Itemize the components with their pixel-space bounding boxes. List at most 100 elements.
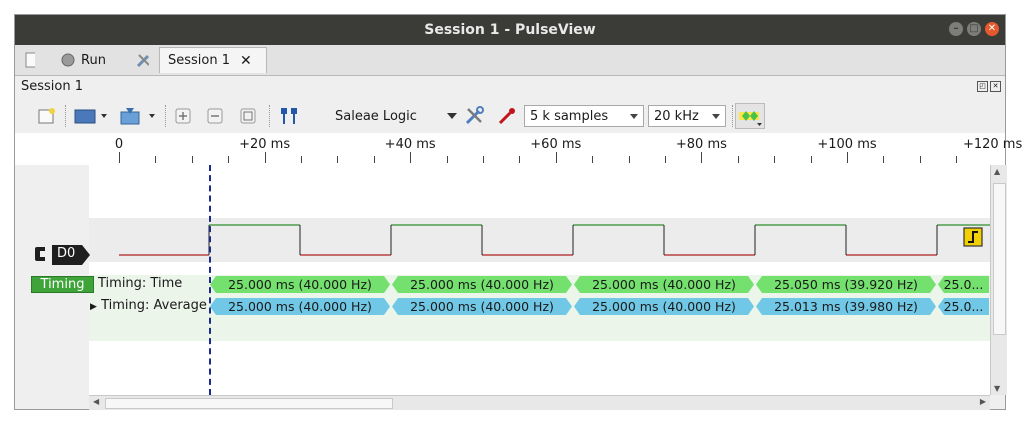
ruler-tick: [919, 156, 921, 163]
minimize-button[interactable]: –: [949, 22, 963, 36]
vertical-scroll-thumb[interactable]: [993, 183, 1006, 335]
ruler-tick: [774, 156, 776, 163]
app-window: Session 1 - PulseView – □ ✕ Run Session …: [14, 14, 1022, 410]
ruler-tick: [155, 156, 157, 163]
settings-button[interactable]: [127, 47, 157, 73]
ruler-tick: [228, 156, 230, 163]
zoom-fit-button[interactable]: [238, 106, 258, 126]
zoom-fit-icon: [240, 108, 256, 124]
new-document-icon: [38, 108, 55, 124]
title-bar[interactable]: Session 1 - PulseView – □ ✕: [15, 15, 1005, 45]
d0-label-text: D0: [57, 246, 76, 261]
timing-average-annotation[interactable]: 25.0...: [938, 298, 989, 315]
ruler-tick-label: 0: [114, 137, 124, 152]
chevron-down-icon: [447, 113, 457, 119]
ruler-tick: [592, 156, 594, 163]
dock-close-icon[interactable]: ✕: [990, 81, 1001, 92]
timing-average-annotation[interactable]: 25.013 ms (39.980 Hz): [756, 298, 936, 315]
ruler-tick: [264, 152, 266, 163]
timing-time-annotation[interactable]: 25.000 ms (40.000 Hz): [574, 276, 754, 293]
ruler-tick: [337, 156, 339, 163]
ruler-tick: [410, 152, 412, 163]
scroll-right-icon[interactable]: ▶: [980, 397, 986, 406]
open-button[interactable]: [73, 105, 109, 127]
cursor-markers-icon: [281, 108, 297, 124]
ruler-tick-label: +20 ms: [239, 137, 291, 152]
probe-icon: [498, 108, 515, 125]
tab-session-1[interactable]: Session 1 ✕: [159, 47, 267, 73]
save-button[interactable]: [117, 105, 159, 127]
timing-average-row-label[interactable]: ▶ Timing: Average: [90, 298, 207, 313]
probe-config-button[interactable]: [495, 104, 519, 128]
timing-time-text: Timing: Time: [98, 276, 183, 291]
zoom-out-button[interactable]: [205, 106, 225, 126]
device-selector[interactable]: Saleae Logic: [335, 105, 457, 127]
run-icon: [61, 53, 75, 67]
zoom-in-icon: [175, 108, 191, 124]
ruler-tick: [883, 156, 885, 163]
tab-bar: Run Session 1 ✕: [15, 45, 1005, 76]
close-icon[interactable]: ✕: [240, 53, 252, 69]
device-name: Saleae Logic: [335, 108, 417, 124]
time-ruler[interactable]: 0 +20 ms +40 ms +60 ms +80 ms +100 ms +120 ms: [15, 133, 1022, 165]
ruler-tick: [810, 156, 812, 163]
timing-average-annotation[interactable]: 25.000 ms (40.000 Hz): [210, 298, 390, 315]
toolbar-separator: [165, 105, 167, 127]
device-config-button[interactable]: [462, 104, 486, 128]
expand-arrow-icon: ▶: [90, 302, 97, 312]
ruler-tick: [628, 156, 630, 163]
timing-time-row-label[interactable]: Timing: Time: [98, 276, 182, 291]
sample-count-select[interactable]: 5 k samples: [524, 105, 644, 127]
decoder-icon: [739, 111, 762, 126]
session-tab-label: Session 1: [168, 53, 231, 68]
main-toolbar: Saleae Logic 5 k samples 20 kHz: [15, 99, 1005, 133]
run-button[interactable]: Run: [53, 47, 114, 73]
timing-time-annotation[interactable]: 25.000 ms (40.000 Hz): [392, 276, 572, 293]
ruler-tick: [483, 156, 484, 163]
ruler-tick: [555, 152, 557, 163]
close-window-button[interactable]: ✕: [985, 22, 999, 36]
samplerate-select[interactable]: 20 kHz: [648, 105, 726, 127]
cursor-marker-line[interactable]: [209, 165, 211, 395]
timing-average-text: Timing: Average: [101, 298, 207, 313]
sample-count-value: 5 k samples: [530, 108, 609, 124]
window-title: Session 1 - PulseView: [424, 22, 596, 38]
new-session-button[interactable]: [17, 47, 43, 73]
horizontal-scroll-thumb[interactable]: [105, 398, 393, 409]
run-label: Run: [81, 52, 106, 68]
zoom-in-button[interactable]: [173, 106, 193, 126]
timing-time-annotation[interactable]: 25.0...: [938, 276, 989, 293]
d0-channel-label[interactable]: D0: [52, 245, 90, 265]
add-decoder-button[interactable]: [735, 103, 765, 129]
new-document-icon: [25, 52, 35, 68]
timing-time-annotation[interactable]: 25.000 ms (40.000 Hz): [210, 276, 390, 293]
chevron-down-icon: [712, 114, 720, 119]
ruler-tick: [847, 152, 848, 163]
channel-icon[interactable]: [33, 245, 47, 263]
settings-icon: [136, 54, 149, 68]
timing-average-annotation[interactable]: 25.000 ms (40.000 Hz): [392, 298, 572, 315]
zoom-out-icon: [207, 108, 223, 124]
toolbar-separator: [65, 105, 67, 127]
new-view-button[interactable]: [35, 105, 57, 127]
ruler-tick-label: +60 ms: [530, 137, 582, 152]
device-config-icon: [465, 106, 484, 125]
maximize-button[interactable]: □: [967, 22, 981, 36]
scroll-down-icon[interactable]: ▼: [994, 384, 1000, 393]
scroll-up-icon[interactable]: ▲: [994, 167, 1000, 176]
trigger-edge-icon[interactable]: [963, 227, 985, 249]
ruler-tick-label: +100 ms: [817, 137, 877, 152]
timing-average-annotation[interactable]: 25.000 ms (40.000 Hz): [574, 298, 754, 315]
ruler-tick: [301, 156, 302, 163]
cursor-markers-button[interactable]: [277, 105, 301, 127]
toolbar-separator: [269, 105, 271, 127]
dock-float-icon[interactable]: ◰: [977, 81, 988, 92]
ruler-tick-label: +80 ms: [675, 137, 727, 152]
horizontal-scrollbar[interactable]: ◀ ▶: [89, 395, 990, 410]
vertical-scrollbar[interactable]: ▲ ▼: [990, 165, 1007, 395]
scroll-left-icon[interactable]: ◀: [93, 397, 99, 406]
timing-time-annotation[interactable]: 25.050 ms (39.920 Hz): [756, 276, 936, 293]
timing-decoder-label[interactable]: Timing: [31, 276, 94, 293]
open-file-icon: [74, 109, 107, 124]
ruler-tick: [519, 156, 521, 163]
